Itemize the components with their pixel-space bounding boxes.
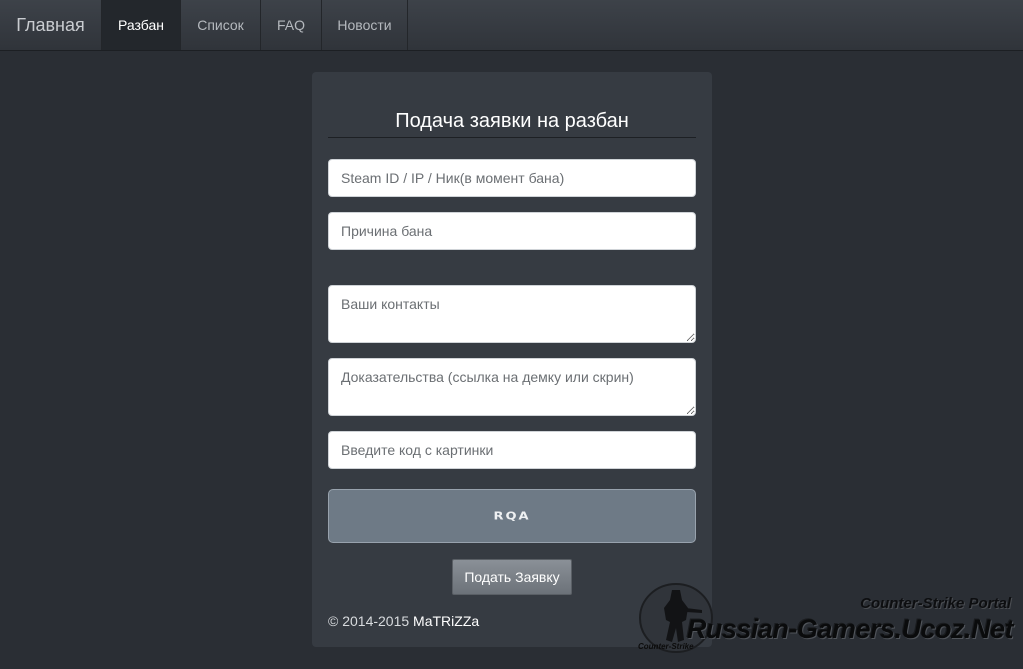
captcha-image[interactable]: RQA [328,489,696,543]
ban-reason-input[interactable] [328,212,696,250]
submit-button[interactable]: Подать Заявку [452,559,572,595]
unban-form-panel: Подача заявки на разбан RQA Подать Заявк… [312,72,712,647]
captcha-code: RQA [493,510,531,522]
nav-brand-home[interactable]: Главная [0,0,102,50]
author-name: MaTRiZZa [413,613,480,629]
top-navbar: Главная Разбан Список FAQ Новости [0,0,1023,51]
copyright-text: © 2014-2015 [328,613,410,629]
steam-id-input[interactable] [328,159,696,197]
watermark-site-text: Russian-Gamers.Ucoz.Net [686,614,1014,644]
footer-copyright: © 2014-2015 MaTRiZZa [328,613,479,629]
evidence-textarea[interactable] [328,358,696,416]
nav-item-faq[interactable]: FAQ [261,0,322,50]
watermark-cs-text: Counter-Strike [638,642,694,651]
site-watermark: Counter-Strike Counter-Strike Portal Rus… [636,578,1023,669]
nav-item-news[interactable]: Новости [322,0,408,50]
nav-item-unban[interactable]: Разбан [102,0,181,50]
contacts-textarea[interactable] [328,285,696,343]
nav-item-list[interactable]: Список [181,0,261,50]
form-title: Подача заявки на разбан [328,110,696,138]
captcha-input[interactable] [328,431,696,469]
watermark-portal-text: Counter-Strike Portal [860,595,1011,612]
